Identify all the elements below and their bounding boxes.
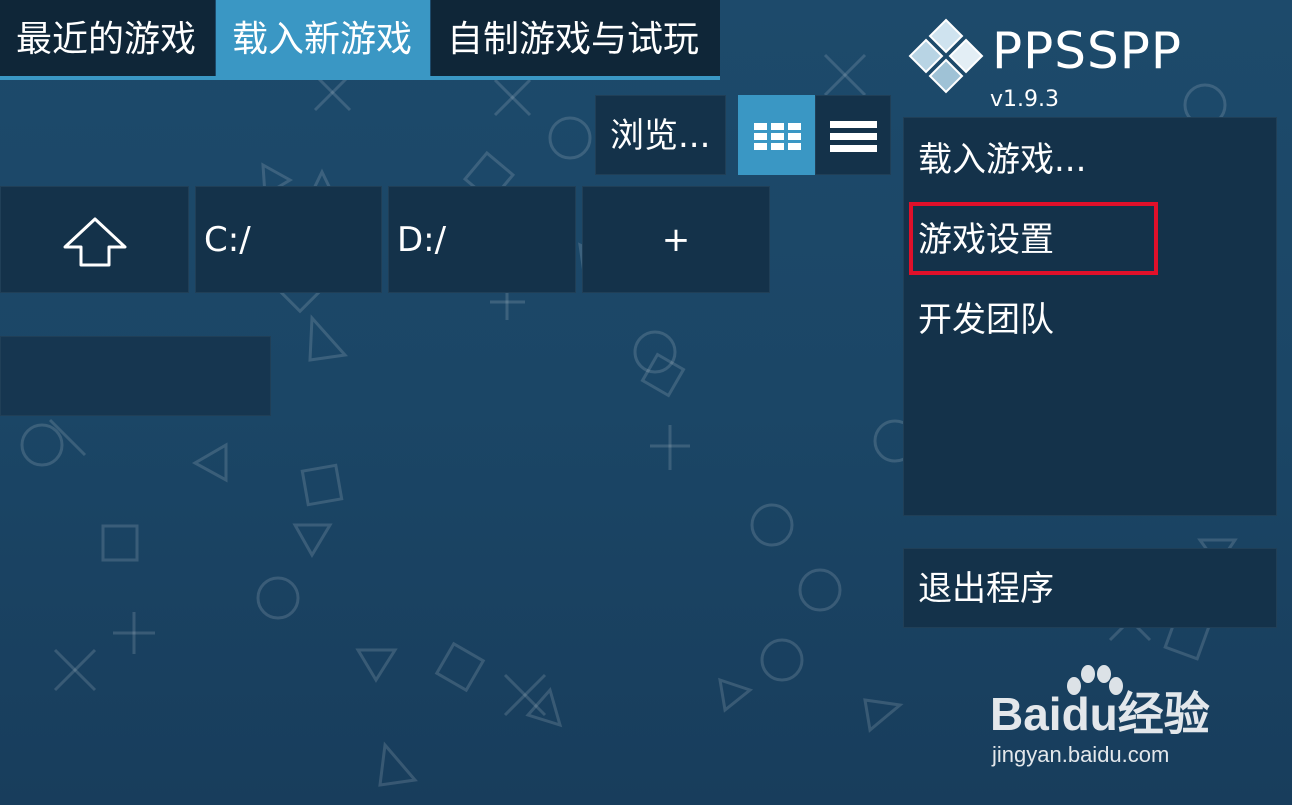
tab-bar: 最近的游戏 载入新游戏 自制游戏与试玩 <box>0 0 720 80</box>
game-slot-empty[interactable] <box>0 336 271 416</box>
watermark-brand: Baidu经验 <box>990 688 1210 740</box>
menu-item-load-game[interactable]: 载入游戏... <box>918 130 1086 190</box>
baidu-watermark: Baidu经验 jingyan.baidu.com <box>990 665 1230 778</box>
drive-c-label: C:/ <box>204 220 251 260</box>
tab-underline <box>0 76 720 80</box>
drive-d-button[interactable]: D:/ <box>388 186 576 293</box>
tab-homebrew-demos[interactable]: 自制游戏与试玩 <box>431 0 720 76</box>
highlight-box <box>909 202 1158 275</box>
browse-label: 浏览... <box>610 116 711 156</box>
app-version: v1.9.3 <box>990 87 1059 112</box>
browse-button[interactable]: 浏览... <box>595 95 726 175</box>
add-label: + <box>661 220 691 260</box>
watermark-url: jingyan.baidu.com <box>992 742 1170 767</box>
grid-view-button[interactable] <box>738 95 815 175</box>
parent-directory-button[interactable] <box>0 186 189 293</box>
up-arrow-icon <box>63 217 127 267</box>
add-folder-button[interactable]: + <box>582 186 770 293</box>
tab-load-new-game[interactable]: 载入新游戏 <box>216 0 430 76</box>
list-view-button[interactable] <box>815 95 891 175</box>
psp-logo-icon <box>908 18 984 94</box>
grid-icon <box>754 123 801 150</box>
list-icon <box>830 121 877 152</box>
main-menu-panel: 载入游戏... 游戏设置 开发团队 <box>903 117 1277 516</box>
drive-c-button[interactable]: C:/ <box>195 186 382 293</box>
drive-d-label: D:/ <box>397 220 447 260</box>
exit-button[interactable]: 退出程序 <box>903 548 1277 628</box>
tab-recent-games[interactable]: 最近的游戏 <box>0 0 215 76</box>
menu-item-credits[interactable]: 开发团队 <box>918 290 1054 350</box>
exit-label: 退出程序 <box>918 569 1054 609</box>
app-name: PPSSPP <box>992 22 1183 80</box>
